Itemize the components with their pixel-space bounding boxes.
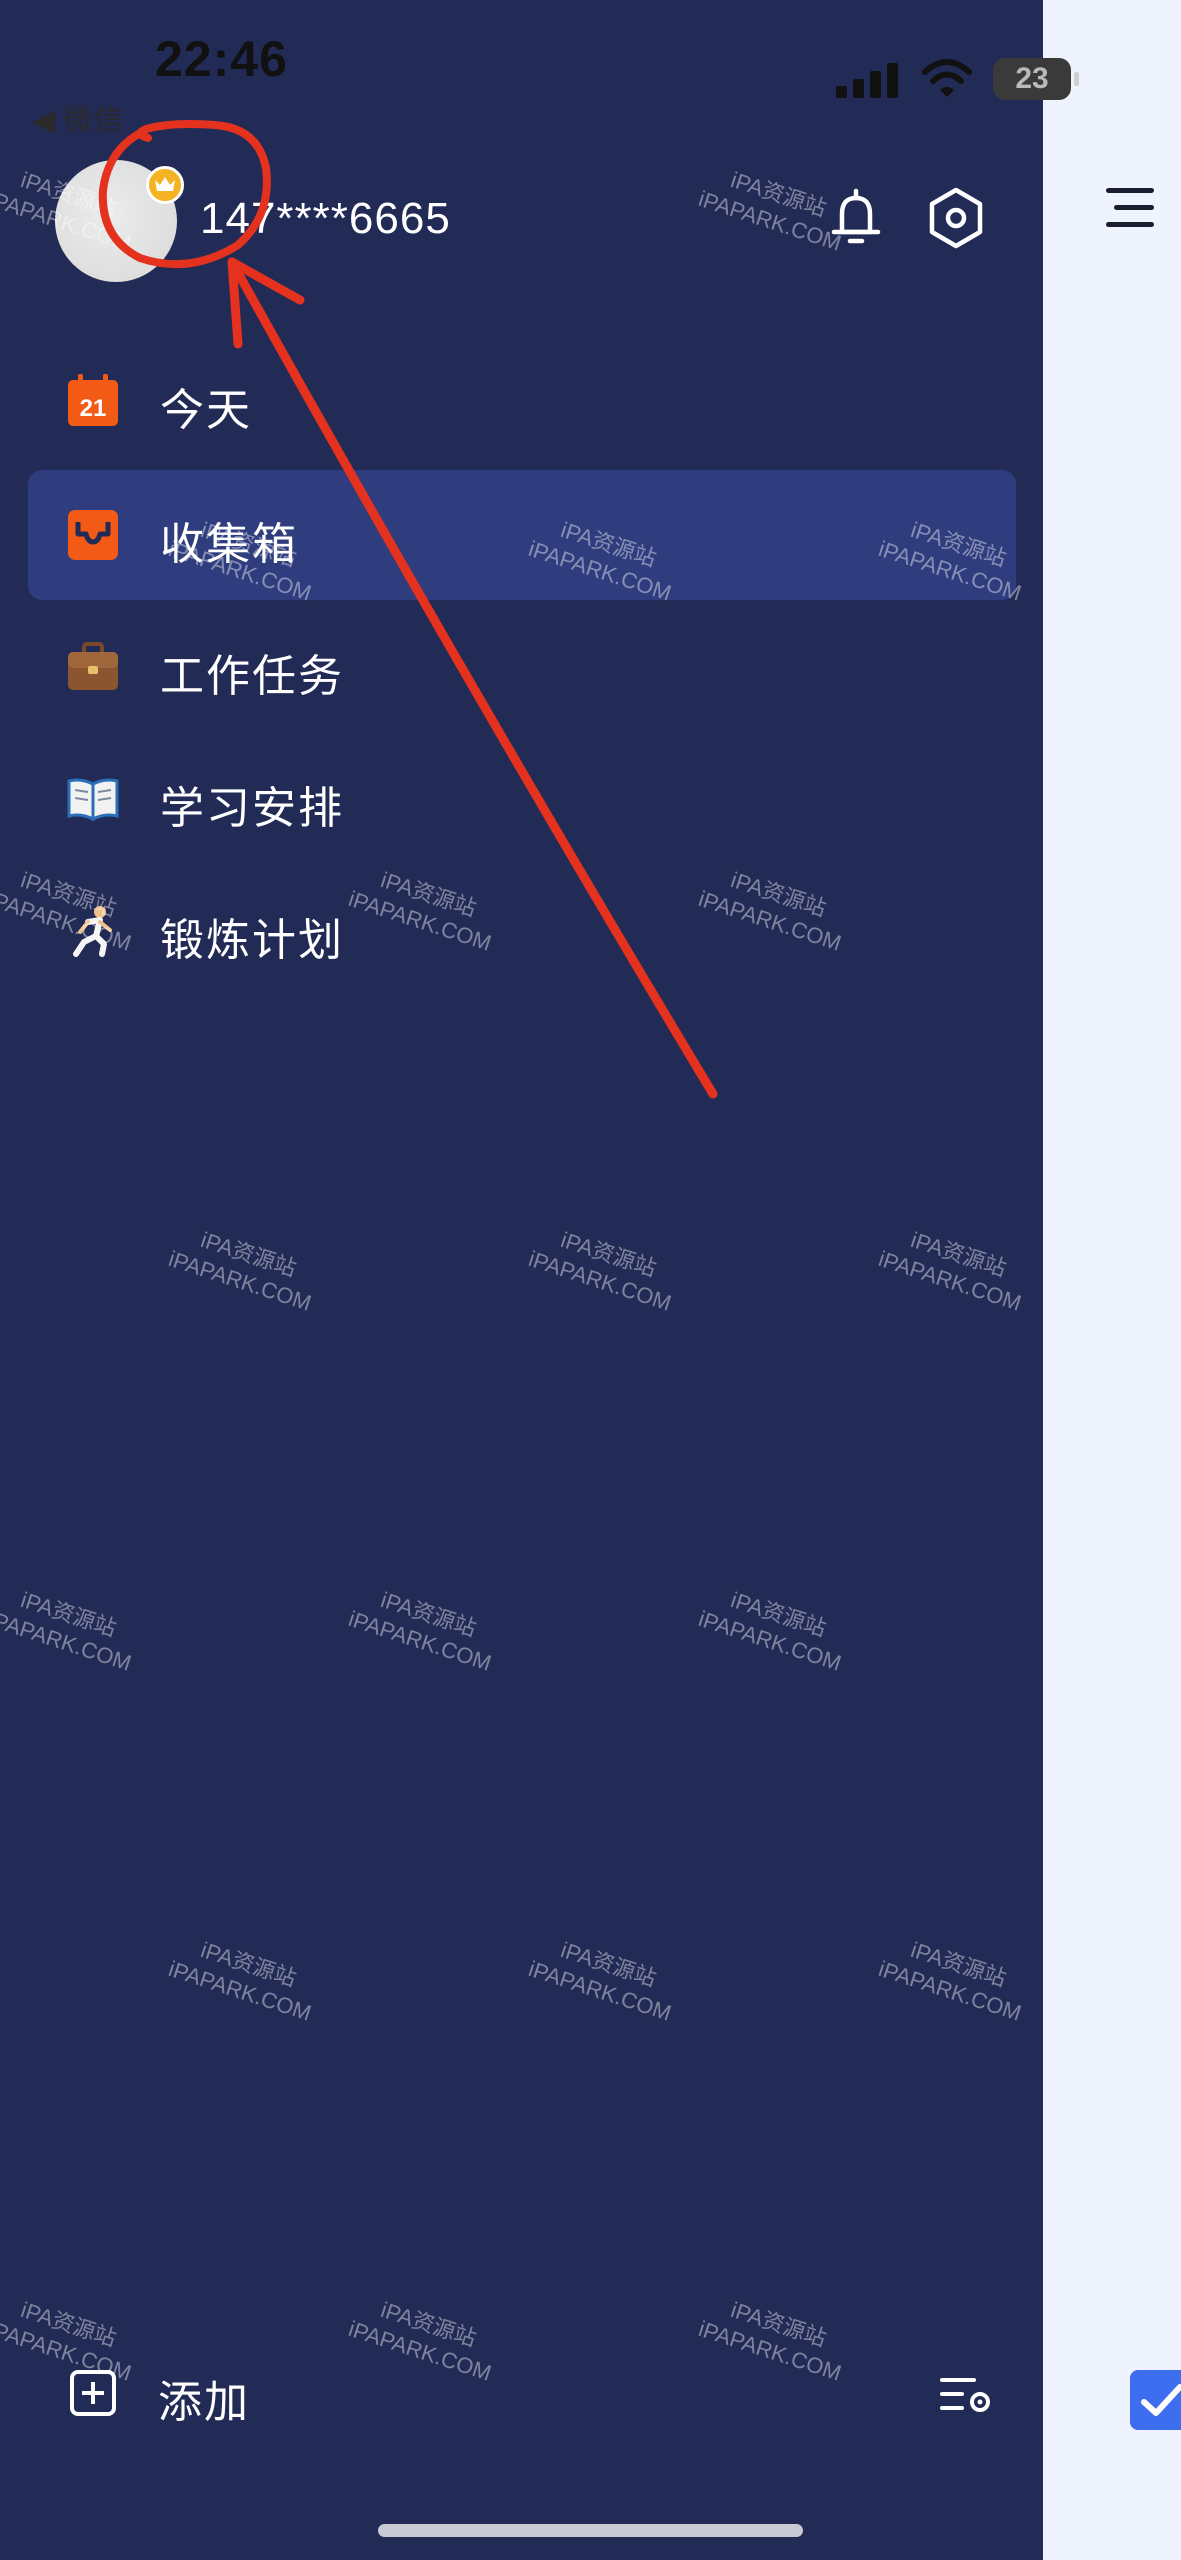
watermark: iPA资源站 iPAPARK.COM xyxy=(875,1218,1033,1317)
list-settings-icon[interactable] xyxy=(940,2374,994,2418)
inbox-icon xyxy=(68,510,118,560)
menu-item-label: 工作任务 xyxy=(160,652,344,701)
watermark: iPA资源站 iPAPARK.COM xyxy=(695,1578,853,1677)
calendar-icon: 21 xyxy=(68,374,118,426)
watermark: iPA资源站 iPAPARK.COM xyxy=(345,2288,503,2387)
watermark: iPA资源站 iPAPARK.COM xyxy=(525,1928,683,2027)
username[interactable]: 147****6665 xyxy=(200,194,451,244)
watermark: iPA资源站 iPAPARK.COM xyxy=(165,1928,323,2027)
watermark: iPA资源站 iPAPARK.COM xyxy=(525,1218,683,1317)
watermark: iPA资源站 iPAPARK.COM xyxy=(875,1928,1033,2027)
wifi-icon xyxy=(922,59,972,97)
watermark: iPA资源站 iPAPARK.COM xyxy=(695,158,853,257)
menu-item-exercise-plan[interactable]: 锻炼计划 xyxy=(28,866,1016,996)
home-indicator[interactable] xyxy=(378,2524,803,2537)
main-page-peek[interactable] xyxy=(1043,0,1181,2560)
checkbox-fab-button[interactable] xyxy=(1130,2370,1181,2430)
watermark: iPA资源站 iPAPARK.COM xyxy=(165,1218,323,1317)
calendar-date-badge: 21 xyxy=(80,395,107,422)
checkmark-icon xyxy=(1141,2384,1181,2416)
menu-item-today[interactable]: 21 今天 xyxy=(28,336,1016,466)
watermark: iPA资源站 iPAPARK.COM xyxy=(695,2288,853,2387)
watermark: iPA资源站 iPAPARK.COM xyxy=(0,1578,143,1677)
menu-item-study-plan[interactable]: 学习安排 xyxy=(28,734,1016,864)
add-list-button[interactable]: 添加 xyxy=(158,2366,250,2430)
book-icon xyxy=(67,778,119,822)
battery-indicator: 23 xyxy=(993,58,1079,100)
menu-item-work-tasks[interactable]: 工作任务 xyxy=(28,602,1016,732)
side-drawer: 22:46 ◀ 微信 23 147****6665 21 今天 收集箱 工作任务… xyxy=(0,0,1079,2560)
status-time: 22:46 xyxy=(155,31,288,87)
back-to-wechat-link[interactable]: ◀ 微信 xyxy=(32,95,123,139)
briefcase-icon xyxy=(68,642,118,690)
watermark: iPA资源站 iPAPARK.COM xyxy=(345,1578,503,1677)
menu-item-label: 锻炼计划 xyxy=(160,916,344,965)
menu-item-label: 学习安排 xyxy=(160,784,344,833)
hamburger-menu-icon[interactable] xyxy=(1106,188,1154,228)
vip-crown-icon xyxy=(146,166,184,204)
cellular-signal-icon xyxy=(836,62,900,98)
settings-hexagon-icon[interactable] xyxy=(926,186,986,250)
menu-item-label: 今天 xyxy=(160,386,252,435)
